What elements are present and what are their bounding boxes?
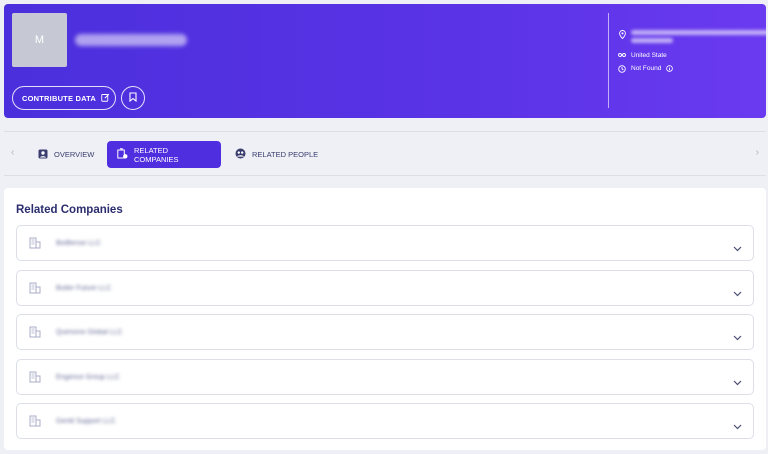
people-icon — [235, 148, 246, 161]
bookmark-icon — [129, 89, 137, 107]
company-list-item[interactable]: Butler Future LLC — [16, 270, 754, 306]
clock-icon — [618, 65, 626, 73]
company-name: Quimonix Global LLC — [56, 328, 123, 336]
building-icon — [117, 148, 128, 161]
company-list-item[interactable]: BioBense LLC — [16, 225, 754, 261]
info-icon[interactable] — [666, 65, 674, 74]
company-list-item[interactable]: Quimonix Global LLC — [16, 314, 754, 350]
tab-related-companies[interactable]: RELATED COMPANIES — [107, 141, 221, 168]
profile-info-list: United State Not Found — [618, 30, 766, 80]
tab-overview[interactable]: OVERVIEW — [28, 141, 104, 168]
related-companies-panel: Related Companies BioBense LLC Butler Fu… — [4, 188, 766, 450]
company-building-icon — [27, 413, 43, 429]
info-status: Not Found — [618, 65, 766, 74]
country-text: United State — [631, 52, 667, 59]
header-divider — [608, 13, 609, 108]
section-title: Related Companies — [16, 204, 123, 216]
scroll-left-icon[interactable]: ‹ — [11, 147, 14, 158]
company-list-item[interactable]: Engence Group LLC — [16, 359, 754, 395]
chevron-down-icon[interactable] — [733, 328, 742, 346]
chevron-down-icon[interactable] — [733, 417, 742, 435]
company-building-icon — [27, 324, 43, 340]
edit-icon — [101, 93, 110, 104]
contribute-data-button[interactable]: CONTRIBUTE DATA — [12, 86, 116, 110]
info-country: United State — [618, 52, 766, 59]
profile-name-redacted — [75, 34, 187, 46]
bookmark-button[interactable] — [121, 86, 145, 110]
company-building-icon — [27, 280, 43, 296]
address-redacted — [631, 30, 766, 46]
location-pin-icon — [618, 30, 626, 39]
chevron-down-icon[interactable] — [733, 239, 742, 257]
company-building-icon — [27, 235, 43, 251]
company-list-item[interactable]: Gentil Support LLC — [16, 403, 754, 439]
tabs-bar: ‹ OVERVIEW RELATED COMPANIES RELATED PEO… — [4, 131, 766, 176]
company-building-icon — [27, 369, 43, 385]
tab-overview-label: OVERVIEW — [54, 150, 95, 159]
company-name: Engence Group LLC — [56, 373, 120, 381]
company-name: BioBense LLC — [56, 239, 101, 247]
company-name: Gentil Support LLC — [56, 417, 116, 425]
tab-related-people-label: RELATED PEOPLE — [252, 150, 319, 159]
tab-related-companies-label: RELATED COMPANIES — [134, 145, 179, 164]
info-address — [618, 30, 766, 46]
scroll-right-icon[interactable]: › — [756, 147, 759, 158]
tab-related-people[interactable]: RELATED PEOPLE — [225, 141, 328, 168]
profile-header: M CONTRIBUTE DATA United State Not Found — [4, 4, 766, 118]
chevron-down-icon[interactable] — [733, 284, 742, 302]
avatar: M — [12, 13, 67, 67]
avatar-initial: M — [34, 34, 45, 46]
contribute-data-label: CONTRIBUTE DATA — [22, 93, 96, 103]
link-icon — [618, 52, 626, 58]
person-badge-icon — [38, 149, 48, 161]
status-text: Not Found — [631, 65, 662, 72]
company-name: Butler Future LLC — [56, 284, 112, 292]
chevron-down-icon[interactable] — [733, 373, 742, 391]
